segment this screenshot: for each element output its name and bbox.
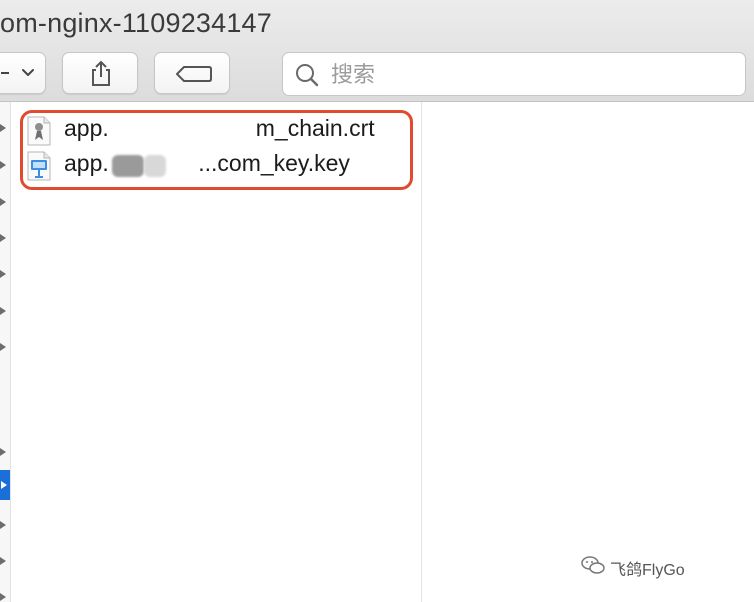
watermark-text: 飞鸽FlyGo [610,562,685,579]
disclosure-arrow-icon[interactable] [0,557,6,565]
tag-icon [176,66,212,82]
search-field[interactable] [282,52,746,96]
finder-toolbar: om-nginx-1109234147 [0,0,754,102]
disclosure-arrow-icon[interactable] [0,198,6,206]
disclosure-arrow-icon[interactable] [0,270,6,278]
parent-column [0,102,11,602]
chevron-down-icon [22,69,34,76]
tags-button[interactable] [154,52,230,94]
disclosure-arrow-icon[interactable] [0,343,6,351]
share-button[interactable] [62,52,138,94]
share-icon [92,60,110,86]
disclosure-arrow-icon[interactable] [0,234,6,242]
selected-folder-row[interactable] [0,470,10,500]
disclosure-arrow-icon[interactable] [0,448,6,456]
column-divider[interactable] [421,102,422,602]
disclosure-arrow-icon[interactable] [0,521,6,529]
disclosure-arrow-icon[interactable] [0,593,6,601]
annotation-highlight-box [20,110,413,190]
magnifier-icon [296,64,319,87]
search-input[interactable] [329,59,733,91]
disclosure-arrow-icon[interactable] [0,161,6,169]
window-title: om-nginx-1109234147 [0,8,272,38]
disclosure-arrow-icon[interactable] [0,124,6,132]
wechat-icon [581,556,605,574]
disclosure-arrow-icon [1,481,7,489]
disclosure-arrow-icon[interactable] [0,307,6,315]
view-options-button[interactable] [0,52,46,94]
view-options-dash [1,72,9,74]
